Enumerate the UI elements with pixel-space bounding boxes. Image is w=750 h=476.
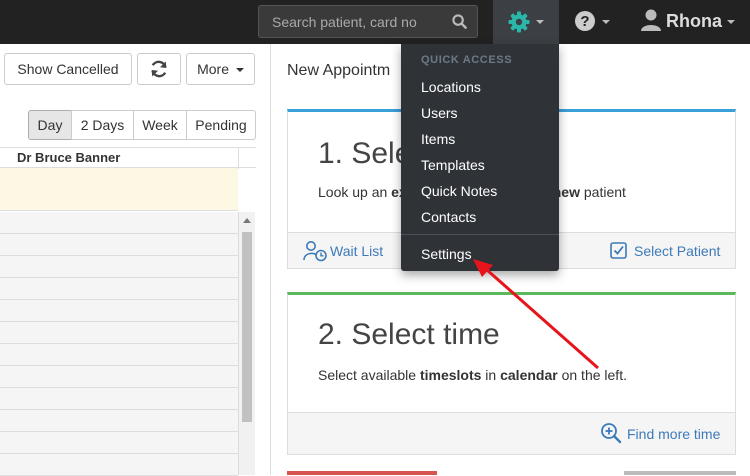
annotation-arrow xyxy=(473,259,599,370)
